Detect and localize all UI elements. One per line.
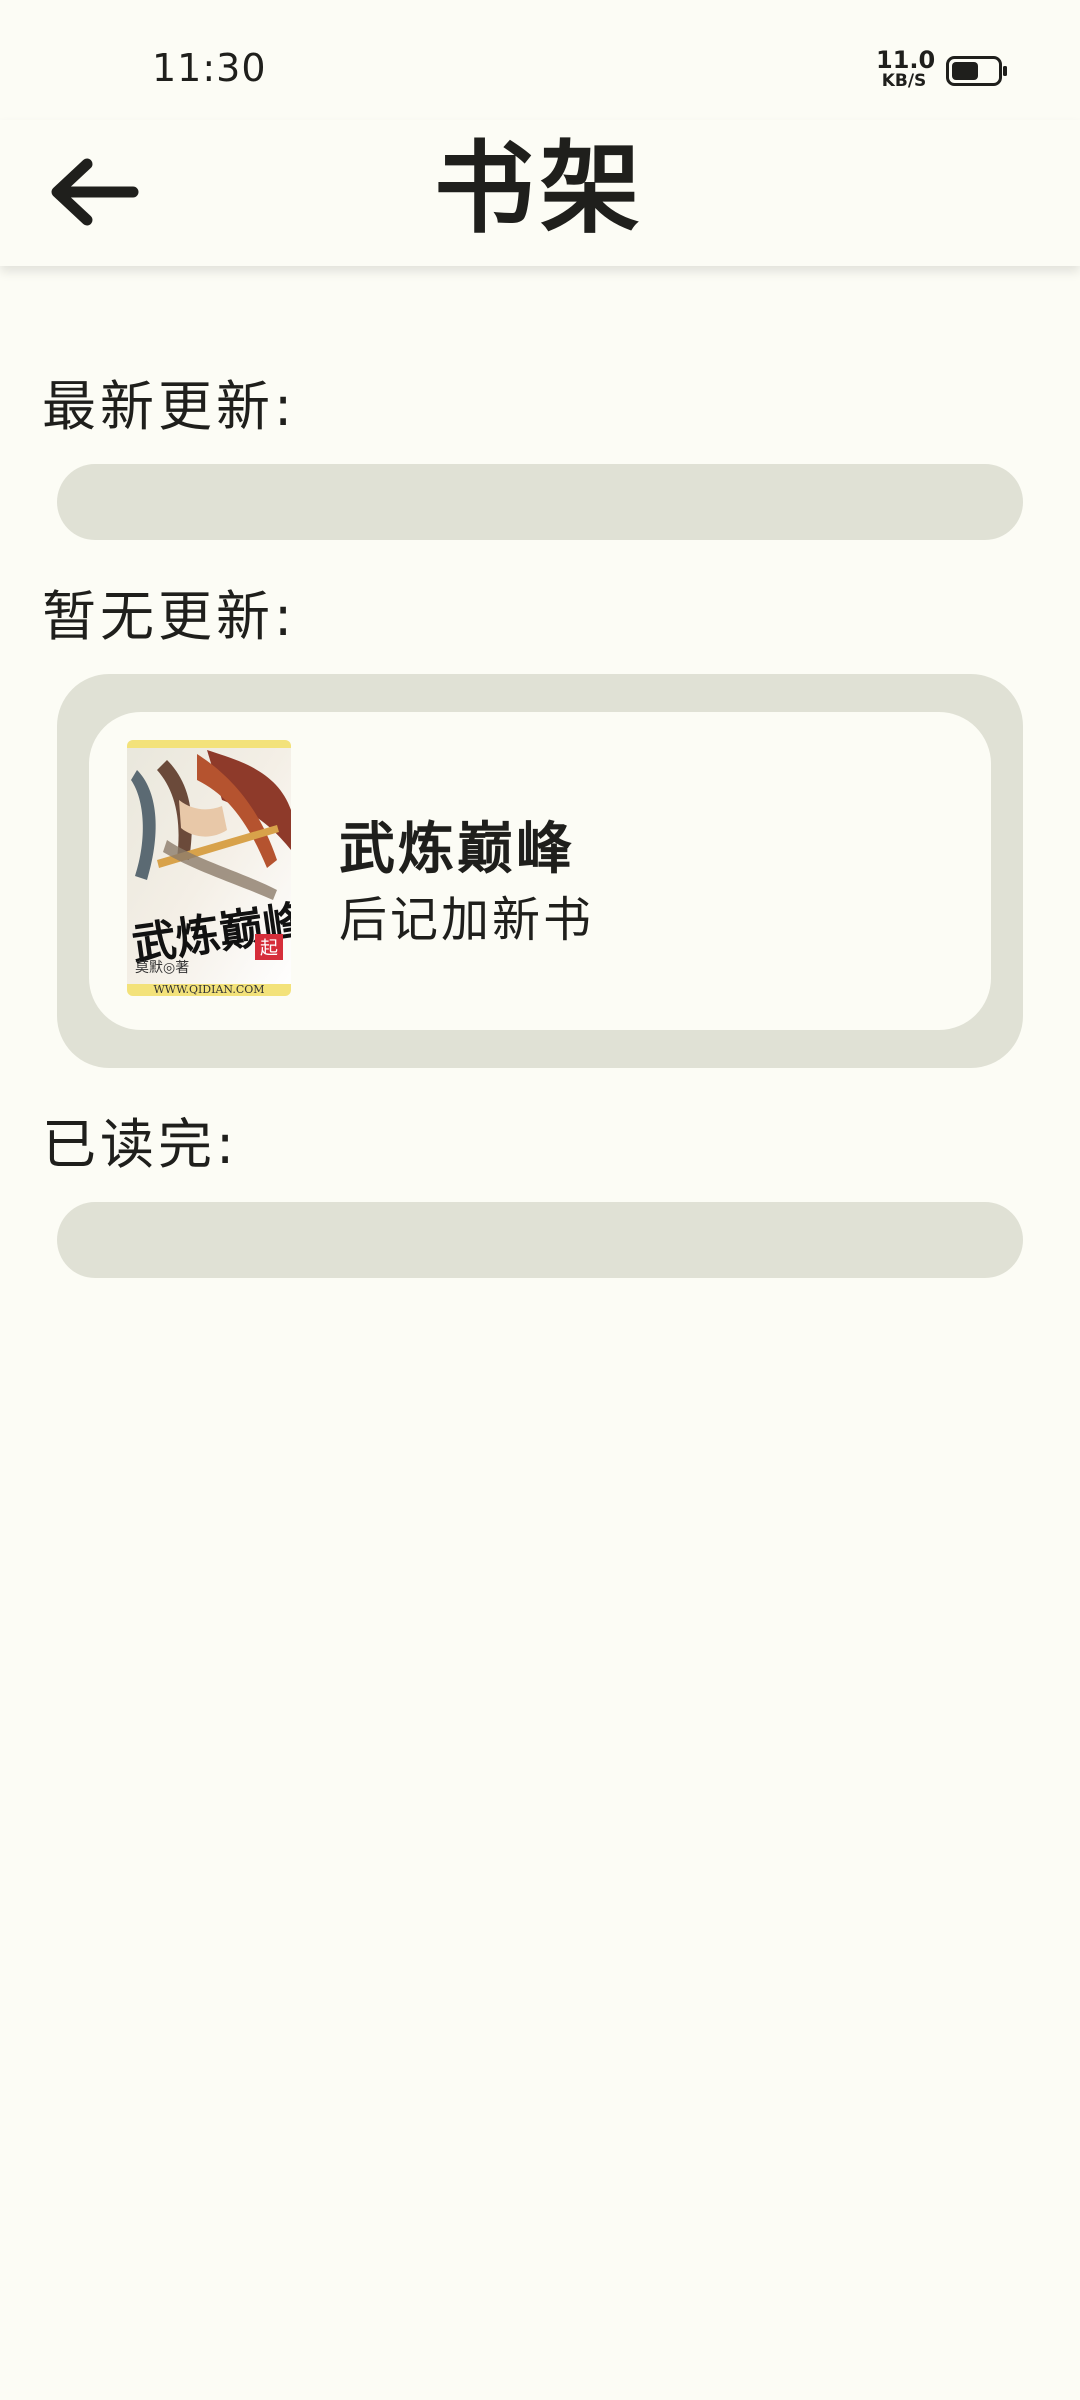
network-speed-unit: KB/S: [881, 71, 927, 91]
status-time: 11:30: [152, 46, 267, 90]
book-cover-image: 武炼巅峰 起 莫默◎著 WWW.QIDIAN.COM: [127, 740, 291, 996]
finished-label: 已读完:: [42, 1113, 239, 1176]
cover-author-text: 莫默◎著: [135, 960, 189, 976]
latest-updates-shelf: [57, 464, 1023, 540]
finished-shelf: [57, 1202, 1023, 1278]
no-updates-shelf: 武炼巅峰 起 莫默◎著 WWW.QIDIAN.COM 武炼巅峰 后记加新书: [57, 674, 1023, 1068]
page-title: 书架: [434, 130, 646, 247]
book-title: 武炼巅峰: [339, 817, 575, 882]
network-speed-indicator: 11.0 KB/S: [876, 46, 936, 91]
no-updates-label: 暂无更新:: [42, 585, 297, 648]
app-header: 书架: [0, 120, 1080, 266]
book-card[interactable]: 武炼巅峰 起 莫默◎著 WWW.QIDIAN.COM 武炼巅峰 后记加新书: [89, 712, 991, 1030]
latest-updates-label: 最新更新:: [42, 375, 297, 438]
cover-badge-text: 起: [260, 938, 278, 959]
network-speed-value: 11.0: [876, 46, 936, 74]
battery-icon: [946, 56, 1007, 86]
book-subtitle: 后记加新书: [339, 892, 595, 948]
status-bar: 11:30 11.0 KB/S: [0, 0, 1080, 120]
cover-site-text: WWW.QIDIAN.COM: [153, 983, 264, 996]
